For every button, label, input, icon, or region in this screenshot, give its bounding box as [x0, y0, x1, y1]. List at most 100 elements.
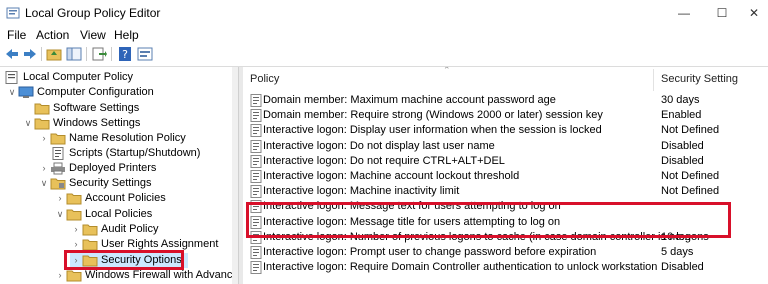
highlight-box-message-policies: [246, 202, 731, 238]
minimize-button[interactable]: —: [670, 2, 698, 24]
tree-item-software-settings[interactable]: Software Settings: [22, 101, 139, 116]
tree-item-label: Computer Configuration: [37, 86, 154, 98]
tree-item-label: User Rights Assignment: [101, 238, 219, 250]
computer-icon: [18, 86, 34, 98]
policy-setting-icon: [250, 261, 262, 275]
policy-setting-icon: [250, 185, 262, 199]
column-header-policy[interactable]: Policy: [250, 67, 279, 92]
chevron-down-icon[interactable]: ∨: [22, 116, 34, 131]
highlight-box-security-options: [64, 250, 184, 270]
tree-item-windows-settings[interactable]: ∨ Windows Settings: [22, 116, 140, 131]
menu-action[interactable]: Action: [36, 28, 69, 42]
policy-security-setting: Not Defined: [661, 185, 720, 198]
chevron-right-icon[interactable]: ›: [54, 268, 66, 283]
policy-security-setting: Disabled: [661, 154, 704, 167]
chevron-down-icon[interactable]: ∨: [38, 176, 50, 191]
sort-up-icon: ⌃: [443, 67, 451, 75]
chevron-down-icon[interactable]: ∨: [6, 85, 18, 100]
folder-icon: [66, 193, 82, 205]
policy-row[interactable]: Interactive logon: Machine inactivity li…: [243, 184, 768, 199]
policy-row[interactable]: Interactive logon: Do not require CTRL+A…: [243, 154, 768, 169]
policy-name: Interactive logon: Require Domain Contro…: [263, 261, 658, 274]
help-icon[interactable]: ?: [117, 46, 133, 62]
tree-item-label: Software Settings: [53, 102, 140, 114]
printer-icon: [51, 162, 65, 175]
tree-item-local-computer-policy[interactable]: Local Computer Policy: [4, 70, 133, 85]
security-icon: [50, 178, 66, 190]
close-button[interactable]: ✕: [740, 2, 768, 24]
forward-arrow-icon[interactable]: [22, 46, 38, 62]
policy-name: Interactive logon: Do not require CTRL+A…: [263, 154, 505, 167]
policy-name: Interactive logon: Machine account locko…: [263, 170, 520, 182]
tree-item-label: Local Computer Policy: [23, 71, 134, 83]
menu-help[interactable]: Help: [114, 28, 139, 42]
policy-name: Domain member: Maximum machine account p…: [263, 94, 556, 106]
policy-list: ⌃ Policy Security Setting Domain member:…: [243, 67, 768, 284]
chevron-right-icon[interactable]: ›: [38, 161, 50, 176]
folder-icon: [50, 133, 66, 145]
policy-setting-icon: [250, 124, 262, 138]
maximize-button[interactable]: ☐: [708, 2, 736, 24]
policy-setting-icon: [250, 139, 262, 153]
policy-name: Domain member: Require strong (Windows 2…: [263, 109, 603, 122]
policy-setting-icon: [250, 154, 262, 168]
chevron-right-icon[interactable]: ›: [70, 222, 82, 237]
tree-item-deployed-printers[interactable]: › Deployed Printers: [38, 161, 156, 176]
tree-item-label: Name Resolution Policy: [69, 132, 186, 144]
toolbar-separator: [111, 47, 112, 61]
column-header-security-setting[interactable]: Security Setting: [661, 67, 738, 92]
policy-setting-icon: [250, 94, 262, 107]
column-separator[interactable]: [653, 69, 654, 91]
chevron-down-icon[interactable]: ∨: [54, 207, 66, 222]
policy-security-setting: Enabled: [661, 109, 702, 122]
tree-item-label: Local Policies: [85, 208, 153, 220]
policy-row[interactable]: Domain member: Maximum machine account p…: [243, 93, 768, 108]
tree-item-account-policies[interactable]: › Account Policies: [54, 191, 166, 206]
policy-setting-icon: [250, 170, 262, 183]
menu-view[interactable]: View: [80, 28, 106, 42]
tree-item-label: Windows Firewall with Advance: [85, 269, 238, 281]
gpedit-app-icon: [6, 7, 20, 19]
menu-file[interactable]: File: [7, 28, 26, 42]
tree-item-windows-firewall[interactable]: › Windows Firewall with Advance: [54, 268, 238, 283]
policy-security-setting: 5 days: [661, 246, 694, 258]
chevron-right-icon[interactable]: ›: [38, 131, 50, 146]
show-hide-tree-icon[interactable]: [66, 46, 82, 62]
policy-security-setting: Not Defined: [661, 124, 720, 137]
window-title: Local Group Policy Editor: [25, 6, 161, 20]
title-bar: Local Group Policy Editor — ☐ ✕: [0, 0, 768, 27]
computer-policy-icon: [5, 71, 18, 84]
folder-icon: [66, 270, 82, 282]
policy-security-setting: Not Defined: [661, 170, 720, 182]
policy-row[interactable]: Interactive logon: Prompt user to change…: [243, 245, 768, 260]
up-folder-icon[interactable]: [46, 46, 62, 62]
tree-item-audit-policy[interactable]: › Audit Policy: [70, 222, 158, 237]
toolbar-separator: [41, 47, 42, 61]
policy-name: Interactive logon: Machine inactivity li…: [263, 185, 460, 198]
chevron-right-icon[interactable]: ›: [54, 191, 66, 206]
policy-row[interactable]: Interactive logon: Require Domain Contro…: [243, 260, 768, 275]
folder-icon: [34, 103, 50, 115]
policy-security-setting: 30 days: [661, 94, 700, 106]
folder-icon: [82, 224, 98, 236]
tree-item-label: Audit Policy: [101, 223, 159, 235]
policy-row[interactable]: Interactive logon: Do not display last u…: [243, 139, 768, 154]
tree-item-name-resolution-policy[interactable]: › Name Resolution Policy: [38, 131, 186, 146]
tree-item-security-settings[interactable]: ∨ Security Settings: [38, 176, 152, 191]
policy-security-setting: Disabled: [661, 139, 704, 152]
policy-row[interactable]: Interactive logon: Display user informat…: [243, 123, 768, 138]
script-icon: [52, 147, 64, 160]
policy-name: Interactive logon: Prompt user to change…: [263, 246, 597, 258]
back-arrow-icon[interactable]: [4, 46, 20, 62]
tree-item-computer-configuration[interactable]: ∨ Computer Configuration: [6, 85, 154, 100]
tree-item-scripts[interactable]: Scripts (Startup/Shutdown): [38, 146, 200, 161]
policy-row[interactable]: Domain member: Require strong (Windows 2…: [243, 108, 768, 123]
policy-row[interactable]: Interactive logon: Machine account locko…: [243, 169, 768, 184]
export-list-icon[interactable]: [91, 46, 107, 62]
properties-icon[interactable]: [137, 46, 153, 62]
tree-item-label: Windows Settings: [53, 117, 141, 129]
policy-setting-icon: [250, 109, 262, 123]
tree-item-local-policies[interactable]: ∨ Local Policies: [54, 207, 152, 222]
policy-setting-icon: [250, 246, 262, 259]
policy-security-setting: Disabled: [661, 261, 704, 274]
